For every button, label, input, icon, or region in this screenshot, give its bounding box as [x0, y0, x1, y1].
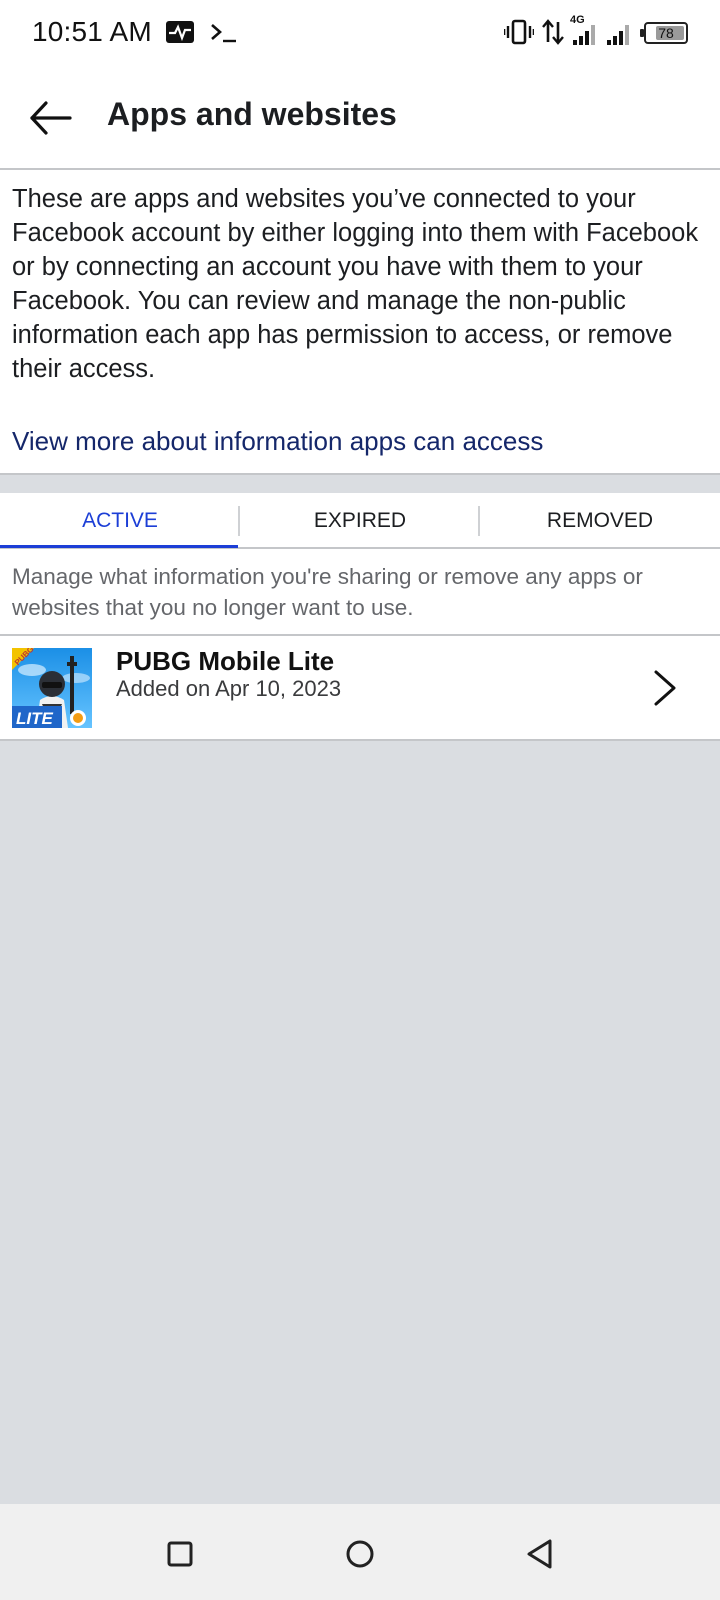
battery-icon: 78: [640, 22, 688, 44]
tab-bar: ACTIVE EXPIRED REMOVED: [0, 493, 720, 549]
triangle-back-icon[interactable]: [520, 1534, 560, 1574]
tab-description: Manage what information you're sharing o…: [0, 549, 720, 636]
activity-monitor-icon: [166, 21, 194, 43]
pubg-mobile-lite-app-icon: PUBG LITE: [12, 648, 92, 728]
intro-text: These are apps and websites you’ve conne…: [12, 185, 699, 383]
terminal-icon: [211, 24, 236, 43]
square-recents-icon[interactable]: [160, 1534, 200, 1574]
tab-expired[interactable]: EXPIRED: [240, 493, 480, 547]
app-added-date: Added on Apr 10, 2023: [116, 676, 342, 701]
cell-signal-icon: [607, 25, 629, 45]
view-more-link[interactable]: View more about information apps can acc…: [12, 426, 543, 457]
app-icon-badge-bottom: LITE: [16, 709, 53, 728]
status-bar: 10:51 AM 4G 78: [0, 0, 720, 66]
page-title: Apps and websites: [107, 96, 397, 132]
status-time: 10:51 AM: [32, 16, 152, 47]
data-transfer-icon: [542, 19, 564, 45]
tab-active[interactable]: ACTIVE: [0, 493, 240, 548]
tab-removed[interactable]: REMOVED: [480, 493, 720, 547]
app-header: Apps and websites: [0, 66, 720, 170]
back-button[interactable]: [22, 90, 78, 146]
circle-home-icon[interactable]: [340, 1534, 380, 1574]
app-name: PUBG Mobile Lite: [116, 646, 335, 676]
arrow-left-icon: [30, 101, 72, 135]
vibrate-icon: [504, 19, 534, 45]
cell-signal-icon: [573, 25, 595, 45]
tab-description-text: Manage what information you're sharing o…: [12, 564, 643, 620]
app-list-item[interactable]: PUBG LITE PUBG Mobile Lite Added on Apr …: [0, 636, 720, 741]
intro-section: These are apps and websites you’ve conne…: [0, 170, 720, 475]
chevron-right-icon: [654, 670, 676, 706]
system-nav-bar: [0, 1504, 720, 1600]
battery-level: 78: [658, 25, 674, 41]
